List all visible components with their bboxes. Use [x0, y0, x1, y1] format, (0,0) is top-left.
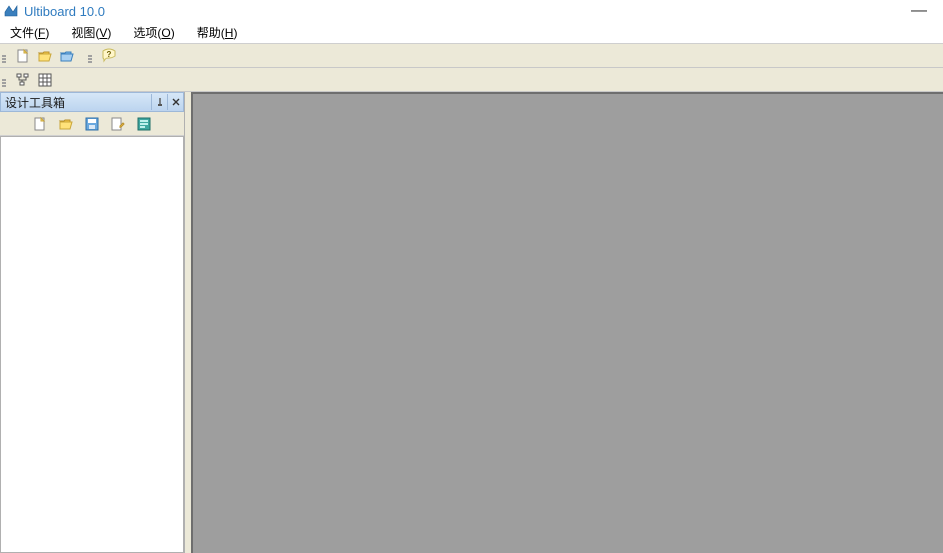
design-toolbox-panel: 设计工具箱 — [0, 92, 185, 553]
panel-pin-button[interactable] — [151, 94, 167, 110]
toolbar-grip-3[interactable] — [2, 69, 9, 91]
main-toolbar: ? — [0, 44, 943, 68]
menu-view[interactable]: 视图(V) — [65, 23, 117, 42]
titlebar: Ultiboard 10.0 — — [0, 0, 943, 22]
panel-open-button[interactable] — [56, 114, 76, 134]
panel-titlebar: 设计工具箱 — [0, 92, 184, 112]
new-file-button[interactable] — [12, 45, 34, 67]
panel-rename-button[interactable] — [108, 114, 128, 134]
panel-close-button[interactable] — [167, 94, 183, 110]
menu-file[interactable]: 文件(F) — [4, 23, 55, 42]
grid-view-button[interactable] — [34, 69, 56, 91]
toolbar-grip-2[interactable] — [88, 45, 95, 67]
open-file-button[interactable] — [34, 45, 56, 67]
panel-title: 设计工具箱 — [1, 94, 151, 111]
view-toolbar — [0, 68, 943, 92]
content-area: 设计工具箱 — [0, 92, 943, 553]
toolbar-grip[interactable] — [2, 45, 9, 67]
menu-help[interactable]: 帮助(H) — [191, 23, 244, 42]
panel-properties-button[interactable] — [134, 114, 154, 134]
panel-save-button[interactable] — [82, 114, 102, 134]
tree-view-button[interactable] — [12, 69, 34, 91]
app-icon — [4, 4, 18, 18]
open-db-button[interactable] — [56, 45, 78, 67]
panel-toolbar — [0, 112, 184, 136]
svg-text:?: ? — [107, 50, 112, 59]
window-minimize-button[interactable]: — — [899, 2, 939, 20]
workspace — [191, 92, 943, 553]
app-title: Ultiboard 10.0 — [24, 4, 899, 19]
panel-body — [0, 136, 184, 553]
help-button[interactable]: ? — [98, 45, 120, 67]
panel-new-button[interactable] — [30, 114, 50, 134]
menu-options[interactable]: 选项(O) — [127, 23, 180, 42]
menubar: 文件(F) 视图(V) 选项(O) 帮助(H) — [0, 22, 943, 44]
